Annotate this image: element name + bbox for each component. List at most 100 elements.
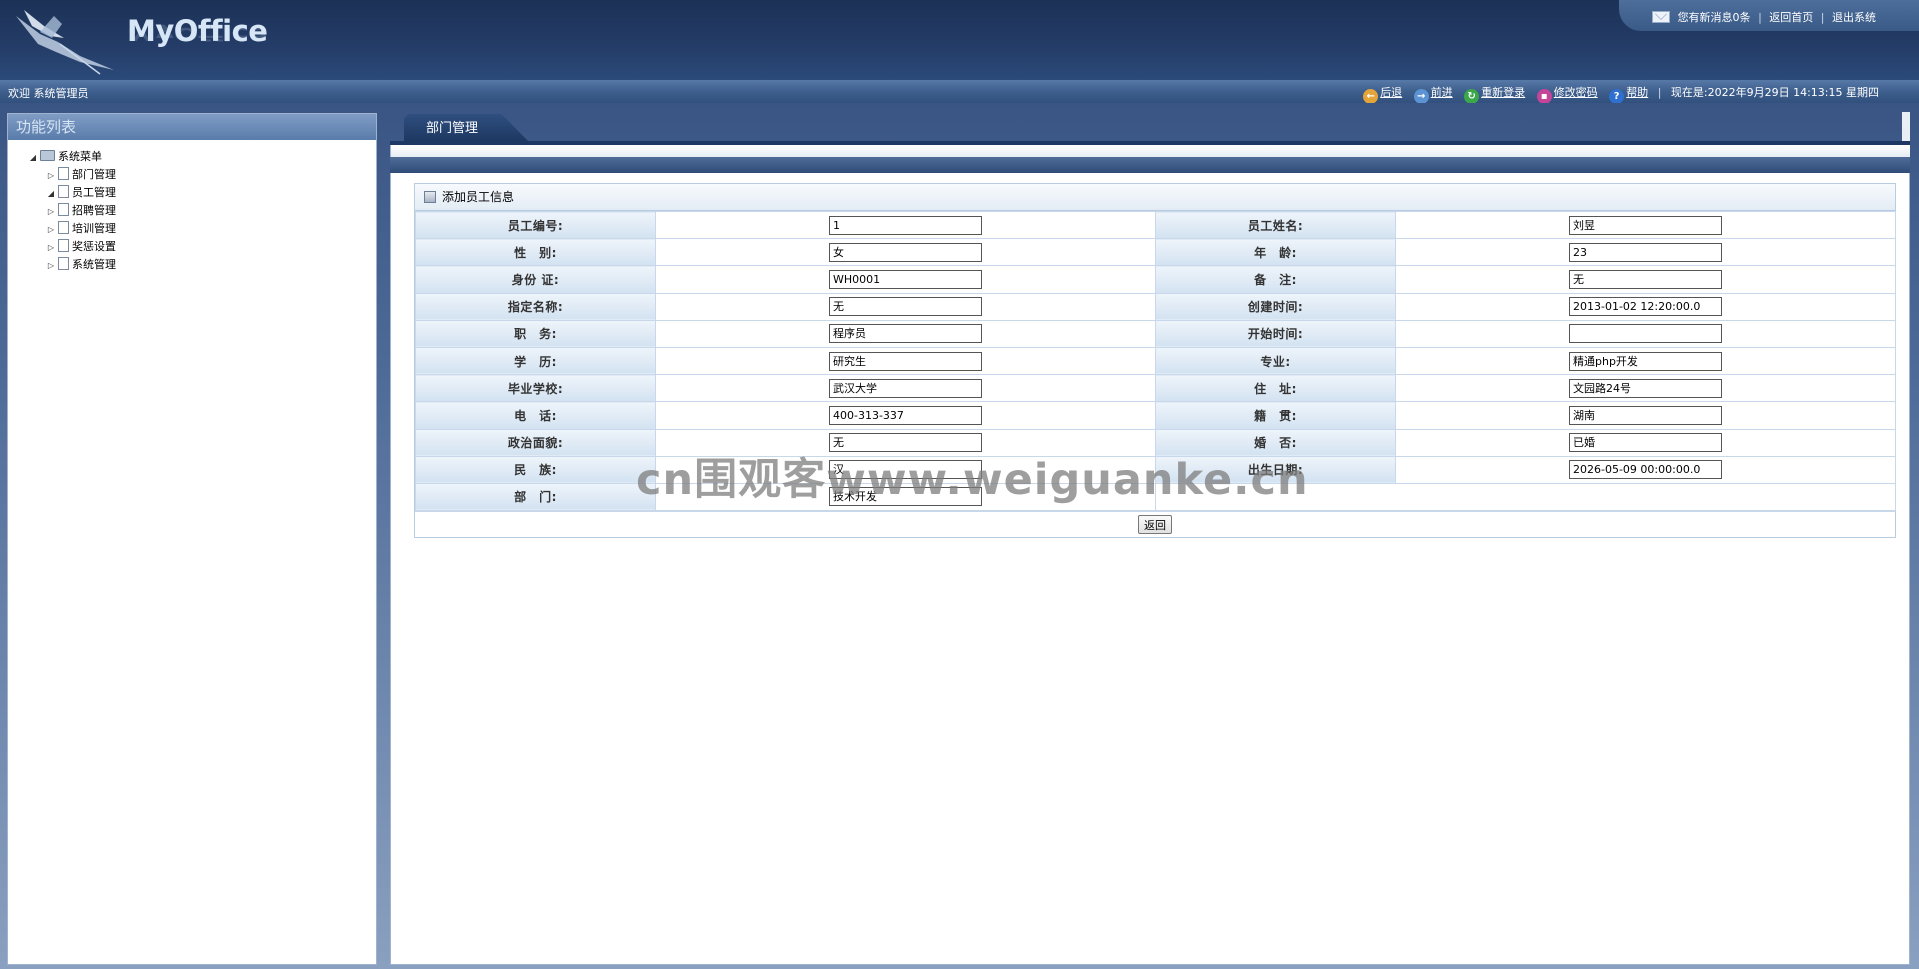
sidebar-item-training[interactable]: ▷ 培训管理 xyxy=(28,220,116,238)
welcome-text: 欢迎 系统管理员 xyxy=(8,87,89,100)
field-label: 政治面貌: xyxy=(415,428,656,457)
sidebar-item-system[interactable]: ▷ 系统管理 xyxy=(28,256,116,274)
table-row: 身份 证: WH0001 备 注: 无 xyxy=(415,265,1896,294)
education-field[interactable]: 研究生 xyxy=(829,351,982,371)
messages-link[interactable]: 您有新消息0条 xyxy=(1678,11,1751,24)
change-password-link[interactable]: ▪ 修改密码 xyxy=(1536,84,1598,104)
position-field[interactable]: 程序员 xyxy=(829,324,982,344)
field-label: 开始时间: xyxy=(1155,319,1396,348)
function-list-panel: 功能列表 ◢ 系统菜单 ▷ 部门管理 ◢ 员工管理 ▷ 招聘管理 ▷ 培训管理 ▷ 奖惩设置… xyxy=(7,113,377,965)
relogin-link[interactable]: ↻ 重新登录 xyxy=(1464,84,1525,104)
sidebar-item-department[interactable]: ▷ 部门管理 xyxy=(28,166,116,184)
expanded-arrow-icon[interactable]: ◢ xyxy=(28,149,38,167)
created-time-field[interactable]: 2013-01-02 12:20:00.0 xyxy=(1569,297,1722,317)
help-label: 帮助 xyxy=(1626,86,1649,99)
field-label: 民 族: xyxy=(415,455,656,484)
main-panel: 部门管理 添加员工信息 员工编号: 1 员工姓名: 刘昱 性 别: 女 年 龄:… xyxy=(390,112,1910,965)
collapsed-arrow-icon[interactable]: ▷ xyxy=(46,167,56,185)
remark-field[interactable]: 无 xyxy=(1569,269,1722,289)
age-field[interactable]: 23 xyxy=(1569,242,1722,262)
collapsed-arrow-icon[interactable]: ▷ xyxy=(46,239,56,257)
expanded-arrow-icon[interactable]: ◢ xyxy=(46,185,56,203)
field-label: 员工姓名: xyxy=(1155,210,1396,240)
phone-field[interactable]: 400-313-337 xyxy=(829,405,982,425)
menu-tree: ◢ 系统菜单 ▷ 部门管理 ◢ 员工管理 ▷ 招聘管理 ▷ 培训管理 ▷ 奖惩设置 ▷ 系统管… xyxy=(28,148,116,274)
watermark-text: cn围观客www.weiguanke.cn xyxy=(636,455,1309,505)
mail-icon xyxy=(1652,11,1671,23)
current-datetime: 现在是:2022年9月29日 14:13:15 星期四 xyxy=(1670,86,1879,99)
forward-link[interactable]: → 前进 xyxy=(1413,84,1453,104)
separator: | xyxy=(1820,11,1825,24)
address-field[interactable]: 文园路24号 xyxy=(1569,378,1722,398)
field-label: 籍 贯: xyxy=(1155,401,1396,430)
home-link[interactable]: 返回首页 xyxy=(1769,11,1813,24)
document-icon xyxy=(58,203,69,216)
help-link[interactable]: ? 帮助 xyxy=(1609,84,1648,104)
birth-date-field[interactable]: 2026-05-09 00:00:00.0 xyxy=(1569,460,1722,480)
tab-department[interactable]: 部门管理 xyxy=(404,114,529,142)
emp-no-field[interactable]: 1 xyxy=(829,215,982,235)
document-icon xyxy=(58,221,69,234)
sidebar-item-employee[interactable]: ◢ 员工管理 xyxy=(28,184,116,202)
start-time-field[interactable] xyxy=(1569,324,1722,344)
document-icon xyxy=(58,167,69,180)
sidebar-item-label: 部门管理 xyxy=(72,168,116,181)
forward-label: 前进 xyxy=(1430,86,1453,99)
back-button[interactable]: 返回 xyxy=(1138,515,1172,535)
emp-name-field[interactable]: 刘昱 xyxy=(1569,215,1722,235)
form-header: 添加员工信息 xyxy=(415,184,1895,211)
toolbar-bar xyxy=(390,157,1910,173)
field-label: 指定名称: xyxy=(415,292,656,321)
table-row: 电 话: 400-313-337 籍 贯: 湖南 xyxy=(415,401,1896,430)
field-label: 毕业学校: xyxy=(415,374,656,403)
designation-field[interactable]: 无 xyxy=(829,297,982,317)
sidebar-item-rewards[interactable]: ▷ 奖惩设置 xyxy=(28,238,116,256)
field-label: 创建时间: xyxy=(1155,292,1396,321)
field-label: 专业: xyxy=(1155,346,1396,376)
tree-root[interactable]: ◢ 系统菜单 xyxy=(28,148,116,166)
marital-field[interactable]: 已婚 xyxy=(1569,433,1722,453)
button-row: 返回 xyxy=(415,511,1895,537)
sidebar-item-label: 系统管理 xyxy=(72,258,116,271)
tree-root-label: 系统菜单 xyxy=(58,150,102,163)
form-icon xyxy=(424,191,436,203)
id-card-field[interactable]: WH0001 xyxy=(829,269,982,289)
separator: | xyxy=(1758,11,1762,24)
help-icon: ? xyxy=(1609,89,1625,104)
school-field[interactable]: 武汉大学 xyxy=(829,378,982,398)
document-icon xyxy=(58,239,69,252)
logout-link[interactable]: 退出系统 xyxy=(1832,11,1876,24)
sidebar-item-label: 招聘管理 xyxy=(72,204,116,217)
collapsed-arrow-icon[interactable]: ▷ xyxy=(46,257,56,275)
table-row: 职 务: 程序员 开始时间: xyxy=(415,319,1896,348)
function-list-title: 功能列表 xyxy=(8,114,376,140)
back-link[interactable]: ← 后退 xyxy=(1363,84,1402,104)
field-label: 学 历: xyxy=(415,346,656,376)
app-header: MyOffice MyOffice 您有新消息0条 | 返回首页 | 退出系统 xyxy=(0,0,1919,80)
collapsed-arrow-icon[interactable]: ▷ xyxy=(46,203,56,221)
field-label: 员工编号: xyxy=(415,210,656,240)
field-label: 住 址: xyxy=(1155,374,1396,403)
field-label: 备 注: xyxy=(1155,265,1396,294)
change-password-label: 修改密码 xyxy=(1553,86,1598,99)
form-title: 添加员工信息 xyxy=(442,190,515,204)
sidebar-item-label: 员工管理 xyxy=(72,186,116,199)
document-icon xyxy=(58,257,69,270)
content-area: 添加员工信息 员工编号: 1 员工姓名: 刘昱 性 别: 女 年 龄: 23 身… xyxy=(390,173,1910,965)
status-bar: 欢迎 系统管理员 ← 后退 → 前进 ↻ 重新登录 ▪ 修改密码 ? 帮助 | 现在是:2… xyxy=(0,80,1919,104)
top-links: 您有新消息0条 | 返回首页 | 退出系统 xyxy=(1619,0,1919,31)
panel-edge xyxy=(1902,112,1910,142)
major-field[interactable]: 精通php开发 xyxy=(1569,351,1722,371)
field-label: 职 务: xyxy=(415,319,656,348)
app-logo-reflection: MyOffice xyxy=(127,23,268,44)
table-row: 指定名称: 无 创建时间: 2013-01-02 12:20:00.0 xyxy=(415,292,1896,321)
table-row: 员工编号: 1 员工姓名: 刘昱 xyxy=(415,210,1896,240)
gender-field[interactable]: 女 xyxy=(829,242,982,262)
sidebar-item-label: 培训管理 xyxy=(72,222,116,235)
field-label: 部 门: xyxy=(415,482,656,512)
bird-logo-icon xyxy=(16,10,114,75)
origin-field[interactable]: 湖南 xyxy=(1569,405,1722,425)
sidebar-item-recruitment[interactable]: ▷ 招聘管理 xyxy=(28,202,116,220)
collapsed-arrow-icon[interactable]: ▷ xyxy=(46,221,56,239)
field-label: 年 龄: xyxy=(1155,238,1396,267)
